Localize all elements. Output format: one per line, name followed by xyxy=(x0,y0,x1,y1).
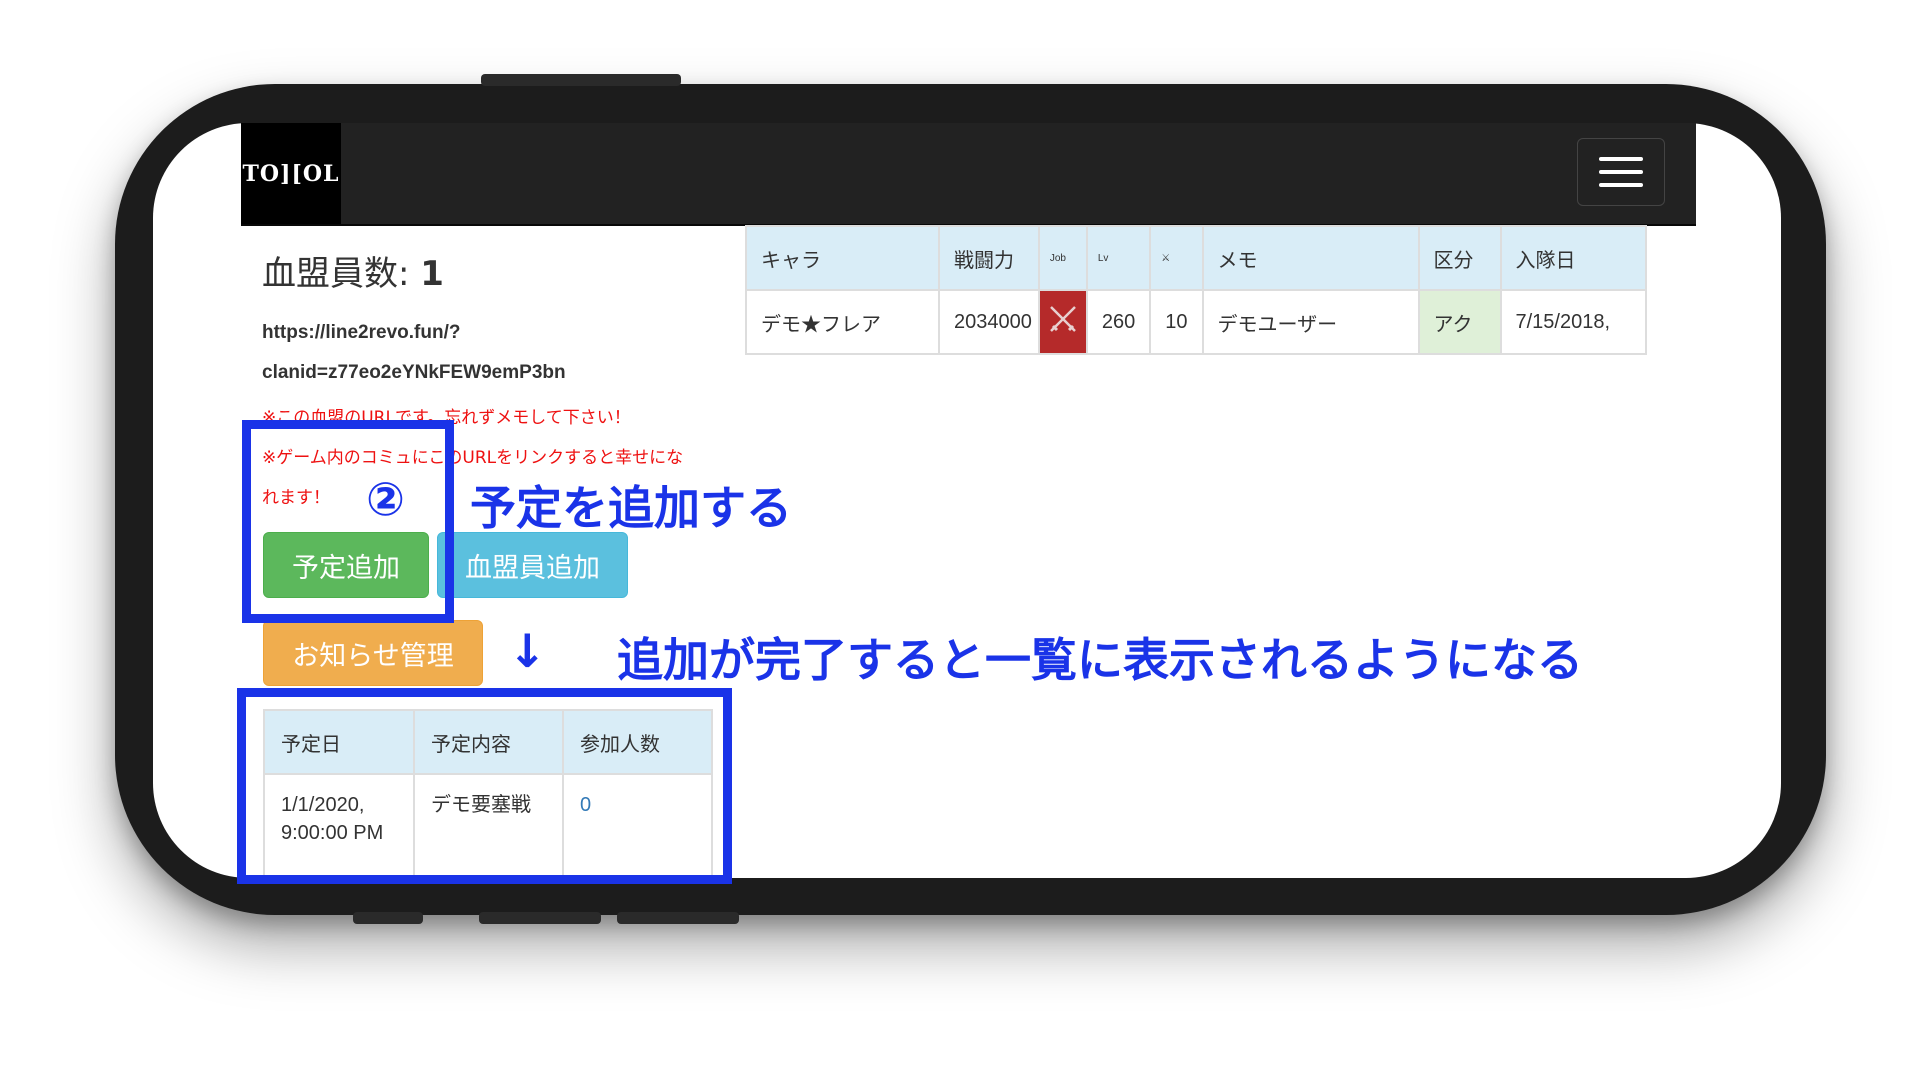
col-header-lv: Lv xyxy=(1085,225,1152,291)
member-kubun: アク xyxy=(1417,289,1502,355)
col-header-chara: キャラ xyxy=(745,225,940,291)
col-header-power: 戦闘力 xyxy=(938,225,1040,291)
col-header-job: Job xyxy=(1037,225,1088,291)
col-header-joined: 入隊日 xyxy=(1499,225,1647,291)
swords-icon xyxy=(1049,306,1076,332)
hamburger-menu-button[interactable] xyxy=(1577,138,1665,206)
member-table: キャラ 戦闘力 Job Lv ⚔ メモ 区分 入隊日 デモ★フレア 203400… xyxy=(745,225,1647,355)
member-joined: 7/15/2018, xyxy=(1499,289,1647,355)
step-number: ② xyxy=(366,472,405,526)
member-name: デモ★フレア xyxy=(745,289,940,355)
menu-bar xyxy=(1599,183,1643,187)
site-logo[interactable]: TO][OL xyxy=(241,123,341,224)
job-cell xyxy=(1037,289,1088,355)
member-memo: デモユーザー xyxy=(1201,289,1420,355)
clan-url-line2[interactable]: clanid=z77eo2eYNkFEW9emP3bn xyxy=(262,362,566,384)
table-row[interactable]: デモ★フレア 2034000 260 10 デモユーザー アク 7/15/201… xyxy=(745,289,1647,355)
menu-bar xyxy=(1599,170,1643,174)
member-x: 10 xyxy=(1149,289,1204,355)
col-header-sword: ⚔ xyxy=(1149,225,1204,291)
phone-bottom-button-2 xyxy=(479,912,601,924)
member-power: 2034000 xyxy=(938,289,1040,355)
logo-text: TO][OL xyxy=(242,160,340,187)
step-instruction: 予定を追加する xyxy=(470,481,792,535)
down-arrow: ↓ xyxy=(508,624,547,678)
col-header-kubun: 区分 xyxy=(1417,225,1502,291)
notice-manage-button[interactable]: お知らせ管理 xyxy=(263,620,483,686)
member-count-label: 血盟員数: xyxy=(262,254,421,294)
phone-top-button xyxy=(481,74,681,86)
navbar xyxy=(241,123,1696,226)
member-count-heading: 血盟員数: 1 xyxy=(262,246,444,295)
result-explanation: 追加が完了すると一覧に表示されるようになる xyxy=(617,633,1583,687)
member-lv: 260 xyxy=(1085,289,1152,355)
add-member-button[interactable]: 血盟員追加 xyxy=(437,532,628,598)
col-header-memo: メモ xyxy=(1201,225,1420,291)
phone-bottom-button-1 xyxy=(353,912,423,924)
add-schedule-highlight-box xyxy=(242,420,454,623)
menu-bar xyxy=(1599,157,1643,161)
schedule-table-highlight-box xyxy=(237,688,732,884)
clan-url-line1[interactable]: https://line2revo.fun/? xyxy=(262,322,460,344)
member-table-header: キャラ 戦闘力 Job Lv ⚔ メモ 区分 入隊日 xyxy=(745,225,1647,291)
member-count-value: 1 xyxy=(420,254,444,294)
phone-bottom-button-3 xyxy=(617,912,739,924)
